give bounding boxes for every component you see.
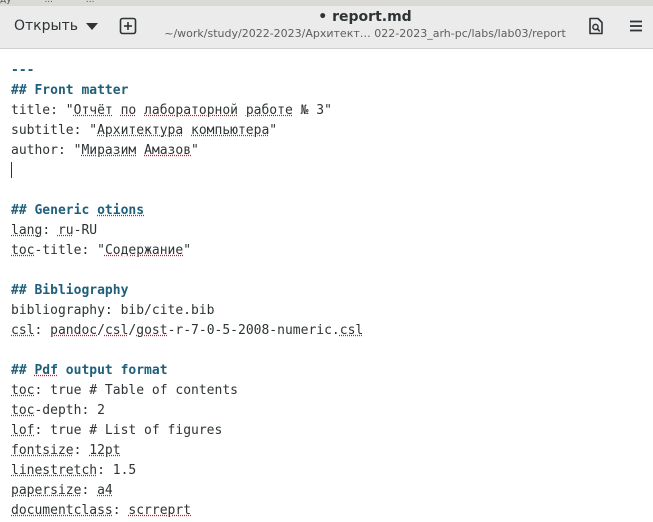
- code-line: ---: [11, 61, 34, 81]
- code-token: a4: [97, 483, 113, 498]
- code-token: pandoc: [50, 323, 98, 338]
- code-token: papersize: [11, 483, 82, 498]
- code-token: ": [269, 123, 278, 138]
- code-token: 12pt: [89, 443, 121, 458]
- code-token: ": [183, 243, 192, 258]
- code-token: ru: [57, 223, 74, 238]
- code-token: otions: [97, 203, 145, 218]
- code-token: documentclass: [11, 503, 113, 518]
- text-editor-area[interactable]: --- ## Front matter title: "Отчёт по лабор…: [0, 49, 653, 522]
- code-token: ## Generic: [11, 203, 98, 218]
- code-line: papersize: a4: [11, 481, 113, 501]
- code-line: documentclass: scrreprt: [11, 501, 191, 521]
- code-token: № 3": [292, 103, 332, 118]
- open-button-label: Открыть: [14, 18, 78, 34]
- code-line: lof: true # List of figures: [11, 421, 222, 441]
- open-button[interactable]: Открыть: [6, 12, 98, 40]
- main-menu-button[interactable]: [621, 12, 651, 40]
- code-token: output format: [57, 363, 168, 378]
- code-token: Миразим: [81, 143, 137, 158]
- code-line: bibliography: bib/cite.bib: [11, 301, 215, 321]
- code-token: : true # List of figures: [34, 423, 223, 438]
- strip-text: ...: [85, 0, 95, 5]
- code-token: bibliography: bib/cite.bib: [11, 303, 215, 318]
- code-line: linestretch: 1.5: [11, 461, 136, 481]
- code-line: toc: true # Table of contents: [11, 381, 238, 401]
- chevron-down-icon: [85, 22, 98, 30]
- code-token: toc: [11, 383, 35, 398]
- code-token: по: [120, 103, 137, 118]
- code-token: ##: [11, 363, 35, 378]
- code-token: linestretch: [11, 463, 98, 478]
- strip-text: ...: [44, 0, 54, 5]
- code-token: работе: [245, 103, 293, 118]
- code-token: :: [73, 443, 90, 458]
- code-line: ## Pdf output format: [11, 361, 168, 381]
- code-token: :: [112, 503, 129, 518]
- document-path: ~/work/study/2022-2023/Архитект… 022-202…: [164, 27, 566, 40]
- code-line: ## Bibliography: [11, 281, 128, 301]
- code-token: -title: ": [34, 243, 105, 258]
- code-token: lang: [11, 223, 43, 238]
- code-token: -depth: 2: [34, 403, 105, 418]
- document-title: • report.md: [318, 9, 412, 25]
- code-token: csl: [104, 323, 129, 338]
- code-token: :: [34, 323, 51, 338]
- code-line: ## Generic otions: [11, 201, 144, 221]
- code-token: scrreprt: [128, 503, 192, 518]
- code-token: author: ": [11, 143, 82, 158]
- text-cursor: [11, 162, 12, 178]
- code-line: toc-depth: 2: [11, 401, 105, 421]
- code-token: ---: [11, 63, 35, 78]
- code-token: toc: [11, 243, 35, 258]
- code-token: gost: [136, 323, 168, 338]
- code-line: subtitle: "Архитектура компьютера": [11, 121, 277, 141]
- code-token: Архитектура: [97, 123, 184, 138]
- code-token: -RU: [73, 223, 98, 238]
- code-token: : true # Table of contents: [34, 383, 238, 398]
- hamburger-menu-icon: [630, 20, 642, 32]
- code-line: title: "Отчёт по лабораторной работе № 3…: [11, 101, 332, 121]
- save-button[interactable]: [581, 12, 611, 40]
- code-token: :: [81, 483, 98, 498]
- code-token: lof: [11, 423, 35, 438]
- code-token: title: ": [11, 103, 74, 118]
- code-line: author: "Миразим Амазов": [11, 141, 199, 161]
- code-token: /: [97, 323, 105, 338]
- code-token: компьютера: [191, 123, 270, 138]
- code-token: Pdf: [34, 363, 58, 378]
- code-token: :: [42, 223, 58, 238]
- code-line: fontsize: 12pt: [11, 441, 121, 461]
- code-line: ## Front matter: [11, 81, 128, 101]
- code-token: fontsize: [11, 443, 74, 458]
- save-icon: [589, 17, 603, 35]
- code-token: Содержание: [104, 243, 184, 258]
- code-token: subtitle: ": [11, 123, 98, 138]
- new-tab-icon: [119, 17, 137, 35]
- title-block: • report.md ~/work/study/2022-2023/Архит…: [150, 8, 580, 42]
- code-token: лабораторной: [144, 103, 238, 118]
- strip-text: ду: [0, 0, 12, 5]
- code-line: lang: ru-RU: [11, 221, 97, 241]
- code-token: ": [191, 143, 199, 158]
- code-token: : 1.5: [97, 463, 137, 478]
- code-token: Отчёт: [73, 103, 113, 118]
- code-line: csl: pandoc/csl/gost-r-7-0-5-2008-numeri…: [11, 321, 363, 341]
- code-token: toc: [11, 403, 35, 418]
- code-line: toc-title: "Содержание": [11, 241, 191, 261]
- code-token: ## Bibliography: [11, 283, 129, 298]
- new-tab-button[interactable]: [113, 12, 143, 40]
- code-token: Амазов: [144, 143, 192, 158]
- code-token: csl: [11, 323, 35, 338]
- header-bar: Открыть • report.md ~/work/study/2022-20…: [0, 6, 653, 49]
- code-token: -r-7-0-5-2008-numeric.: [167, 323, 340, 338]
- code-token: csl: [339, 323, 364, 338]
- code-token: ## Front matter: [11, 83, 129, 98]
